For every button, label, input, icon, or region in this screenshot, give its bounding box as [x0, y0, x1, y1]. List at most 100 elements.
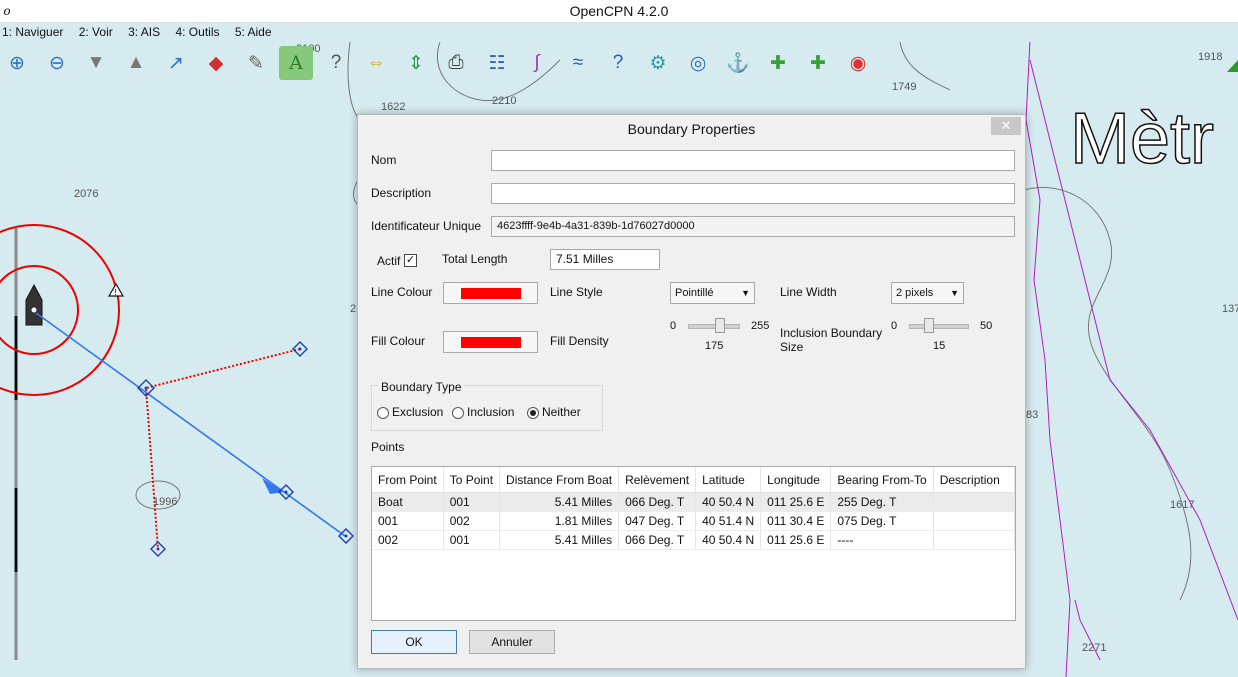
zoom-out-icon[interactable]: ⊖ — [40, 46, 74, 80]
fill-density-slider[interactable] — [688, 324, 740, 329]
menu-naviguer[interactable]: 1: Naviguer — [2, 25, 63, 39]
dialog-title: Boundary Properties — [358, 115, 1025, 143]
plugin-icon[interactable]: ⚓ — [721, 46, 755, 80]
active-label: Actif — [377, 254, 401, 268]
scale-up-icon[interactable]: ▲ — [119, 46, 153, 80]
boundary-properties-dialog: Boundary Properties ✕ Nom Description Id… — [357, 114, 1026, 669]
query-icon[interactable]: ? — [319, 46, 353, 80]
radio-exclusion-label: Exclusion — [392, 405, 444, 419]
inclusion-size-thumb[interactable] — [924, 318, 934, 333]
menubar: 1: Naviguer 2: Voir 3: AIS 4: Outils 5: … — [0, 22, 284, 42]
cancel-button[interactable]: Annuler — [469, 630, 555, 654]
col-latitude[interactable]: Latitude — [695, 467, 762, 493]
fill-density-label: Fill Density — [550, 334, 609, 348]
zoom-in-icon[interactable]: ⊕ — [0, 46, 34, 80]
chevron-down-icon: ▼ — [950, 288, 959, 298]
table-cell: 075 Deg. T — [830, 511, 934, 531]
svg-text:!: ! — [114, 288, 117, 297]
radio-inclusion-label: Inclusion — [467, 405, 515, 419]
line-width-label: Line Width — [780, 285, 837, 299]
mob-icon[interactable]: ◎ — [681, 46, 715, 80]
app-logo-icon: o — [3, 4, 11, 18]
follow-icon[interactable]: ⇕ — [399, 46, 433, 80]
menu-voir[interactable]: 2: Voir — [79, 25, 113, 39]
inclusion-size-min: 0 — [891, 320, 898, 332]
ownship-icon — [25, 283, 43, 326]
line-style-select[interactable]: Pointillé ▼ — [670, 282, 755, 304]
table-cell: 5.41 Milles — [499, 530, 620, 550]
table-row[interactable]: 001 002 1.81 Milles 047 Deg. T 40 51.4 N… — [372, 511, 1016, 531]
track-icon[interactable]: ∫ — [520, 46, 554, 80]
line-width-value: 2 pixels — [896, 287, 934, 299]
tools-icon[interactable]: ✎ — [239, 46, 273, 80]
col-to-point[interactable]: To Point — [443, 467, 501, 493]
sounding: 2076 — [74, 188, 98, 200]
fill-density-max: 255 — [751, 320, 770, 332]
menu-ais[interactable]: 3: AIS — [128, 25, 160, 39]
line-colour-button[interactable] — [443, 282, 538, 304]
line-style-value: Pointillé — [675, 287, 714, 299]
table-row[interactable]: 002 001 5.41 Milles 066 Deg. T 40 50.4 N… — [372, 530, 1016, 550]
table-cell: 011 25.6 E — [760, 530, 832, 550]
inclusion-size-label: Inclusion Boundary Size — [780, 326, 883, 354]
menu-outils[interactable]: 4: Outils — [175, 25, 219, 39]
line-colour-label: Line Colour — [371, 285, 433, 299]
col-from-point[interactable]: From Point — [372, 467, 444, 493]
name-label: Nom — [371, 153, 397, 167]
points-label: Points — [371, 440, 405, 454]
name-field[interactable] — [491, 150, 1015, 171]
col-distance[interactable]: Distance From Boat — [499, 467, 620, 493]
col-longitude[interactable]: Longitude — [760, 467, 832, 493]
fill-density-min: 0 — [670, 320, 677, 332]
sounding: 2 — [350, 303, 356, 315]
col-bearing[interactable]: Relèvement — [618, 467, 697, 493]
plugin3-icon[interactable]: ✚ — [801, 46, 835, 80]
text-tool-icon[interactable]: A — [279, 46, 313, 80]
chart-quilt-icon[interactable]: ⇔ — [359, 46, 393, 80]
inclusion-size-value: 15 — [933, 340, 946, 352]
table-cell: 066 Deg. T — [618, 530, 697, 550]
ship-tracking-icon[interactable]: ◆ — [199, 46, 233, 80]
radio-exclusion[interactable]: Exclusion — [377, 405, 443, 419]
radio-neither[interactable]: Neither — [527, 405, 581, 419]
inclusion-size-slider[interactable] — [909, 324, 969, 329]
sounding: 1918 — [1198, 51, 1222, 63]
settings-icon[interactable]: ⚙ — [641, 46, 675, 80]
col-bearing-from-to[interactable]: Bearing From-To — [830, 467, 934, 493]
line-width-select[interactable]: 2 pixels ▼ — [891, 282, 964, 304]
fill-colour-button[interactable] — [443, 331, 538, 353]
tide-icon[interactable]: ≈ — [561, 46, 595, 80]
radio-inclusion-dot — [452, 406, 464, 419]
guid-label: Identificateur Unique — [371, 219, 482, 233]
points-table: From Point To Point Distance From Boat R… — [371, 466, 1016, 621]
ok-button[interactable]: OK — [371, 630, 457, 654]
sounding: 2271 — [1082, 642, 1106, 654]
table-cell: 047 Deg. T — [618, 511, 697, 531]
total-length-field[interactable]: 7.51 Milles — [550, 249, 660, 270]
table-cell — [933, 511, 1016, 531]
sounding: 1996 — [153, 496, 177, 508]
sounding: 83 — [1026, 409, 1038, 421]
active-checkbox[interactable]: ✓ — [404, 253, 417, 268]
col-description[interactable]: Description — [933, 467, 1016, 493]
fill-density-thumb[interactable] — [715, 318, 725, 333]
lifebuoy-icon[interactable]: ◉ — [841, 46, 875, 80]
plugin2-icon[interactable]: ✚ — [761, 46, 795, 80]
table-cell: 40 50.4 N — [695, 530, 762, 550]
radio-inclusion[interactable]: Inclusion — [452, 405, 514, 419]
table-cell: 001 — [443, 530, 501, 550]
table-row[interactable]: Boat 001 5.41 Milles 066 Deg. T 40 50.4 … — [372, 492, 1016, 512]
table-cell: 066 Deg. T — [618, 492, 697, 512]
menu-aide[interactable]: 5: Aide — [235, 25, 272, 39]
guid-field[interactable]: 4623ffff-9e4b-4a31-839b-1d76027d0000 — [491, 216, 1015, 237]
table-cell: 002 — [443, 511, 501, 531]
route-manager-icon[interactable]: ☷ — [480, 46, 514, 80]
description-field[interactable] — [491, 183, 1015, 204]
route-icon[interactable]: ↗ — [159, 46, 193, 80]
sounding: 1617 — [1170, 499, 1194, 511]
print-icon[interactable]: ⎙ — [439, 46, 473, 80]
close-icon[interactable]: ✕ — [991, 117, 1021, 135]
help-icon[interactable]: ? — [601, 46, 635, 80]
window-titlebar: o OpenCPN 4.2.0 — [0, 0, 1238, 23]
scale-down-icon[interactable]: ▼ — [79, 46, 113, 80]
